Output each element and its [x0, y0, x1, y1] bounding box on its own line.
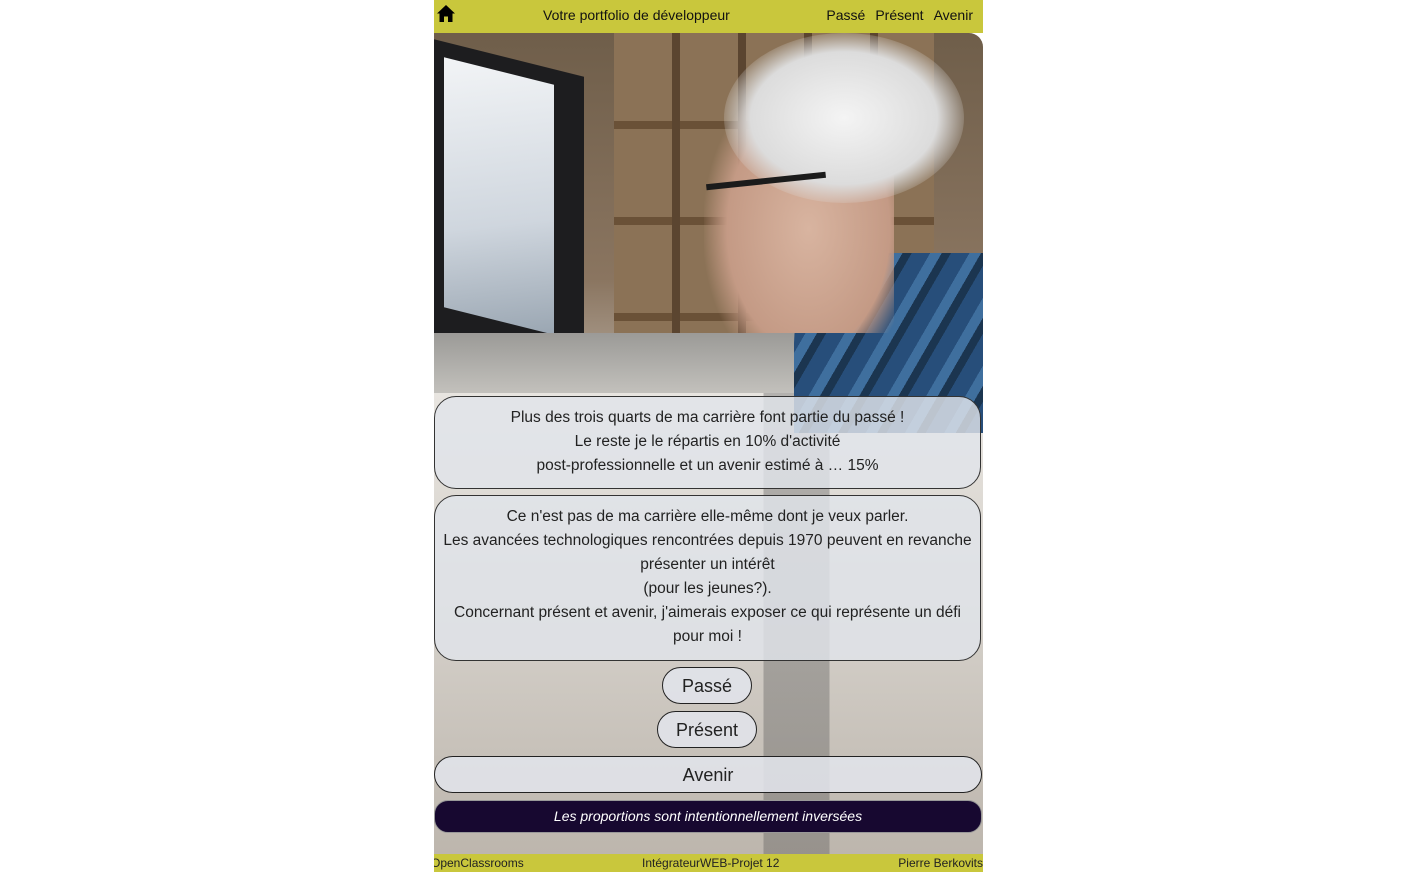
passe-button[interactable]: Passé: [662, 667, 752, 704]
footer-right: Pierre Berkovits: [898, 856, 983, 870]
footer-left: OpenClassrooms: [434, 856, 524, 870]
photo-screen: [444, 57, 554, 335]
intro-line-2: Le reste je le répartis en 10% d'activit…: [574, 433, 841, 450]
footer-middle: IntégrateurWEB-Projet 12: [642, 856, 780, 870]
purpose-line-3: (pour les jeunes?).: [643, 580, 772, 597]
home-icon[interactable]: [436, 4, 456, 24]
photo-hair: [724, 33, 964, 203]
proportions-note: Les proportions sont intentionnellement …: [434, 800, 982, 833]
intro-card: Plus des trois quarts de ma carrière fon…: [434, 396, 981, 489]
purpose-line-4: Concernant présent et avenir, j'aimerais…: [454, 604, 961, 645]
nav-link-avenir[interactable]: Avenir: [934, 7, 973, 23]
portfolio-app: Votre portfolio de développeur Passé Pré…: [434, 0, 983, 872]
top-nav: Passé Présent Avenir: [826, 7, 973, 23]
nav-link-passe[interactable]: Passé: [826, 7, 865, 23]
intro-line-3: post-professionnelle et un avenir estimé…: [536, 457, 879, 474]
page-title: Votre portfolio de développeur: [543, 7, 730, 23]
purpose-card: Ce n'est pas de ma carrière elle-même do…: [434, 495, 981, 661]
nav-link-present[interactable]: Présent: [875, 7, 923, 23]
top-header: Votre portfolio de développeur Passé Pré…: [434, 0, 983, 33]
purpose-line-2: Les avancées technologiques rencontrées …: [443, 532, 972, 573]
purpose-line-1: Ce n'est pas de ma carrière elle-même do…: [506, 508, 909, 525]
intro-line-1: Plus des trois quarts de ma carrière fon…: [510, 409, 905, 426]
footer: OpenClassrooms IntégrateurWEB-Projet 12 …: [434, 854, 983, 872]
avenir-button[interactable]: Avenir: [434, 756, 982, 793]
present-button[interactable]: Présent: [657, 711, 757, 748]
